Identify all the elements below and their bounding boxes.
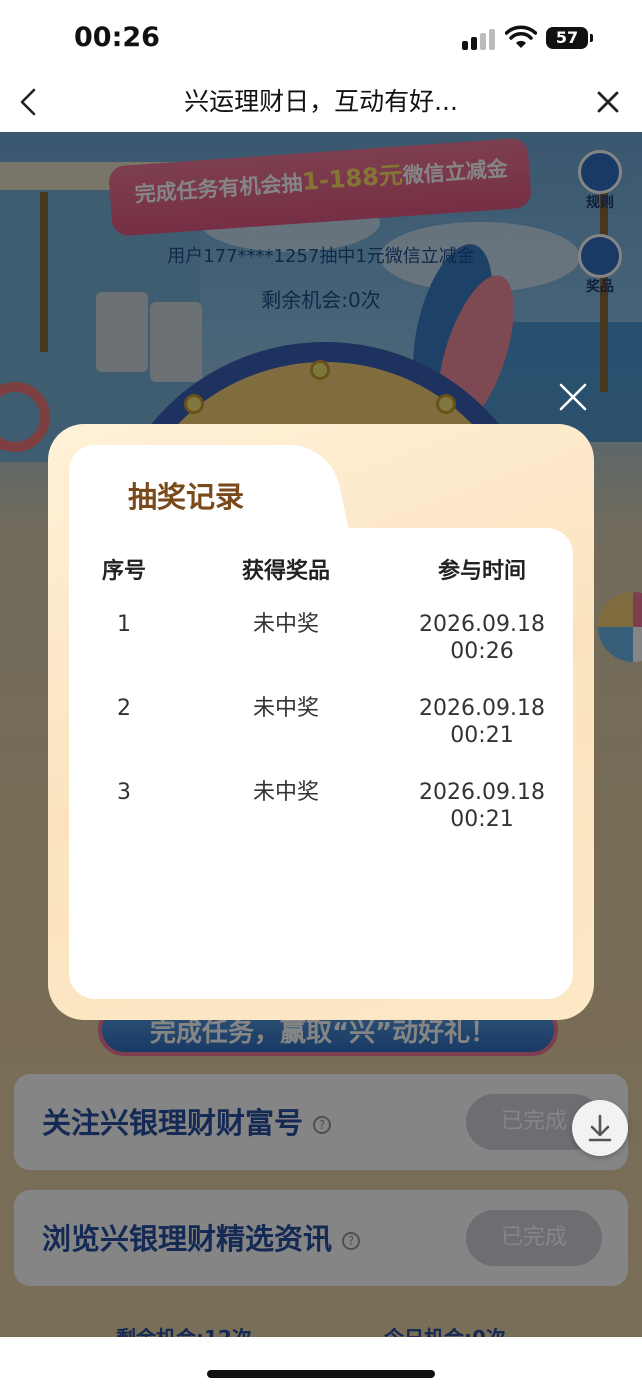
wifi-icon <box>505 25 537 48</box>
status-time: 00:26 <box>74 22 160 53</box>
modal-title: 抽奖记录 <box>128 480 245 514</box>
record-prize: 未中奖 <box>252 612 319 637</box>
battery-indicator: 57 <box>546 27 588 49</box>
status-bar: 00:26 57 <box>0 0 642 72</box>
modal-body <box>69 528 573 999</box>
record-time: 00:21 <box>450 807 514 832</box>
record-date: 2026.09.18 <box>419 612 545 637</box>
header-time: 参与时间 <box>437 559 526 584</box>
record-index: 2 <box>117 696 131 721</box>
home-indicator-area <box>0 1337 642 1389</box>
record-time: 00:26 <box>450 639 514 664</box>
signal-icon <box>462 28 496 50</box>
record-date: 2026.09.18 <box>419 780 545 805</box>
battery-tip <box>590 34 593 42</box>
record-index: 3 <box>117 780 131 805</box>
header-index: 序号 <box>101 559 146 584</box>
close-icon[interactable] <box>592 86 624 118</box>
home-indicator[interactable] <box>207 1370 435 1378</box>
page-title: 兴运理财日，互动有好... <box>184 87 458 116</box>
back-icon[interactable] <box>14 84 46 120</box>
record-prize: 未中奖 <box>252 696 319 721</box>
header-prize: 获得奖品 <box>241 559 330 584</box>
download-button[interactable] <box>572 1100 628 1156</box>
record-index: 1 <box>117 612 131 637</box>
record-prize: 未中奖 <box>252 780 319 805</box>
record-time: 00:21 <box>450 723 514 748</box>
nav-bar: 兴运理财日，互动有好... <box>0 72 642 132</box>
download-icon <box>588 1114 612 1142</box>
record-date: 2026.09.18 <box>419 696 545 721</box>
modal-close-icon[interactable] <box>556 380 590 414</box>
